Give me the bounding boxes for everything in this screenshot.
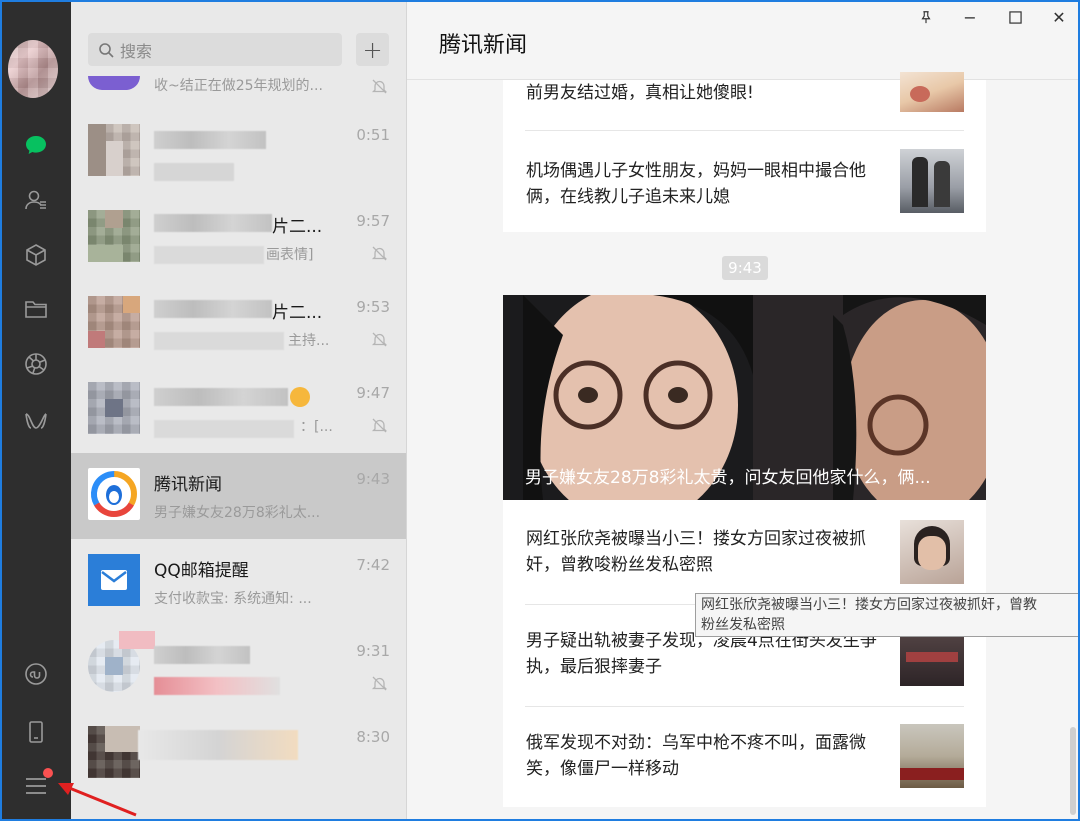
list-item-tencent-news[interactable]: 腾讯新闻 男子嫌女友28万8彩礼太... 9:43 xyxy=(71,453,406,539)
close-button[interactable]: ✕ xyxy=(1048,6,1070,28)
redacted-preview xyxy=(154,420,294,438)
redacted-preview xyxy=(154,677,280,695)
chat-icon[interactable] xyxy=(22,131,50,159)
contact-avatar xyxy=(88,382,140,434)
chat-name: 腾讯新闻 xyxy=(154,475,222,495)
chat-preview: 男子嫌女友28万8彩礼太... xyxy=(154,505,321,521)
redacted-name xyxy=(154,300,272,318)
chat-name: 片二... xyxy=(272,303,323,323)
news-hero-caption: 男子嫌女友28万8彩礼太贵，问女友回他家什么，俩... xyxy=(525,468,931,488)
list-item[interactable]: 片二... 主持... 9:53 xyxy=(71,281,406,367)
chat-preview: 画表情] xyxy=(266,247,314,263)
tencent-news-avatar xyxy=(88,468,140,520)
news-thumbnail xyxy=(900,72,964,112)
news-item[interactable]: 前男友结过婚，真相让她傻眼! xyxy=(503,72,986,130)
moments-icon[interactable] xyxy=(22,350,50,378)
chat-title: 腾讯新闻 xyxy=(439,33,528,58)
mute-icon xyxy=(371,246,388,261)
chat-preview: 主持... xyxy=(288,333,330,349)
minimize-icon: − xyxy=(963,7,977,27)
chat-preview: 支付收款宝: 系统通知: ... xyxy=(154,591,312,607)
user-avatar[interactable] xyxy=(8,40,58,98)
news-item[interactable]: 俄军发现不对劲：乌军中枪不疼不叫，面露微笑，像僵尸一样移动 xyxy=(503,724,986,788)
list-item-qq-mail[interactable]: QQ邮箱提醒 支付收款宝: 系统通知: ... 7:42 xyxy=(71,539,406,625)
list-item[interactable]: 收~结正在做25年规划的... xyxy=(71,48,406,94)
list-item[interactable]: 0:51 xyxy=(71,109,406,195)
mute-icon xyxy=(371,332,388,347)
phone-icon[interactable] xyxy=(22,718,50,746)
contact-avatar xyxy=(88,124,140,176)
chat-time: 9:31 xyxy=(356,642,390,660)
chat-panel: 腾讯新闻 − ✕ 前男友结过婚，真相让她傻眼! 机场偶遇儿子女性朋友，妈妈一眼相… xyxy=(407,2,1078,819)
redacted-preview xyxy=(154,246,264,264)
redacted-preview xyxy=(154,163,234,181)
files-icon[interactable] xyxy=(22,295,50,323)
redacted-preview xyxy=(154,332,284,350)
contact-avatar xyxy=(88,76,140,90)
mute-icon xyxy=(371,676,388,691)
message-timestamp: 9:43 xyxy=(722,256,768,280)
news-thumbnail xyxy=(900,724,964,788)
pin-button[interactable] xyxy=(915,6,937,28)
list-item[interactable]: 片二... 画表情] 9:57 xyxy=(71,195,406,281)
miniprogram-icon[interactable] xyxy=(22,660,50,688)
redacted-badge xyxy=(119,631,155,649)
chat-time: 8:30 xyxy=(356,728,390,746)
news-thumbnail xyxy=(900,520,964,584)
news-tooltip: 网红张欣尧被曝当小三！搂女方回家过夜被抓奸，曾教 粉丝发私密照 xyxy=(695,593,1078,637)
contact-avatar xyxy=(88,210,140,262)
news-title: 机场偶遇儿子女性朋友，妈妈一眼相中撮合他俩，在线教儿子追未来儿媳 xyxy=(526,161,866,207)
tooltip-line: 网红张欣尧被曝当小三！搂女方回家过夜被抓奸，曾教 xyxy=(701,597,1037,613)
nav-rail xyxy=(2,2,71,819)
redacted-name xyxy=(154,388,288,406)
news-card: 网红张欣尧被曝当小三！搂女方回家过夜被抓奸，曾教唆粉丝发私密照 男子疑出轨被妻子… xyxy=(503,500,986,807)
news-hero[interactable]: 男子嫌女友28万8彩礼太贵，问女友回他家什么，俩... xyxy=(503,295,986,500)
news-title: 俄军发现不对劲：乌军中枪不疼不叫，面露微笑，像僵尸一样移动 xyxy=(526,733,866,779)
mute-icon xyxy=(371,79,388,94)
emoji-icon xyxy=(290,387,310,407)
favorites-icon[interactable] xyxy=(22,241,50,269)
chat-preview: 收~结正在做25年规划的... xyxy=(154,78,323,94)
news-thumbnail xyxy=(900,149,964,213)
contact-avatar xyxy=(88,726,140,778)
chat-time: 0:51 xyxy=(356,126,390,144)
chat-time: 9:43 xyxy=(356,470,390,488)
chat-time: 7:42 xyxy=(356,556,390,574)
chat-time: 9:57 xyxy=(356,212,390,230)
divider xyxy=(525,706,964,707)
news-item[interactable]: 机场偶遇儿子女性朋友，妈妈一眼相中撮合他俩，在线教儿子追未来儿媳 xyxy=(503,149,986,219)
chat-name: 片二... xyxy=(272,217,323,237)
news-title: 网红张欣尧被曝当小三！搂女方回家过夜被抓奸，曾教唆粉丝发私密照 xyxy=(526,529,866,575)
chat-name: QQ邮箱提醒 xyxy=(154,561,249,581)
redacted-name xyxy=(154,214,272,232)
channels-icon[interactable] xyxy=(22,407,50,435)
scrollbar[interactable] xyxy=(1070,727,1076,815)
maximize-icon xyxy=(1008,10,1022,24)
redacted-name xyxy=(154,131,266,149)
contacts-icon[interactable] xyxy=(22,186,50,214)
close-icon: ✕ xyxy=(1052,7,1066,27)
pin-icon xyxy=(921,11,931,24)
list-item[interactable]: 9:31 xyxy=(71,625,406,711)
chat-time: 9:53 xyxy=(356,298,390,316)
news-item[interactable]: 网红张欣尧被曝当小三！搂女方回家过夜被抓奸，曾教唆粉丝发私密照 xyxy=(503,520,986,584)
mail-icon xyxy=(88,554,140,606)
mute-icon xyxy=(371,418,388,433)
annotation-arrow xyxy=(58,783,137,817)
news-title: 前男友结过婚，真相让她傻眼! xyxy=(526,83,754,103)
minimize-button[interactable]: − xyxy=(959,6,981,28)
chat-list: 搜索 + 收~结正在做25年规划的... 0:51 片二... 画表情] 9:5… xyxy=(71,2,407,819)
wechat-window: 搜索 + 收~结正在做25年规划的... 0:51 片二... 画表情] 9:5… xyxy=(0,0,1080,821)
maximize-button[interactable] xyxy=(1004,6,1026,28)
redacted-name xyxy=(138,730,298,760)
list-item[interactable]: ：[... 9:47 xyxy=(71,367,406,453)
chat-preview: ：[... xyxy=(300,419,333,435)
chat-time: 9:47 xyxy=(356,384,390,402)
redacted-name xyxy=(154,646,250,664)
divider xyxy=(525,130,964,131)
news-card: 前男友结过婚，真相让她傻眼! 机场偶遇儿子女性朋友，妈妈一眼相中撮合他俩，在线教… xyxy=(503,72,986,232)
tooltip-line: 粉丝发私密照 xyxy=(701,617,785,633)
contact-avatar xyxy=(88,296,140,348)
